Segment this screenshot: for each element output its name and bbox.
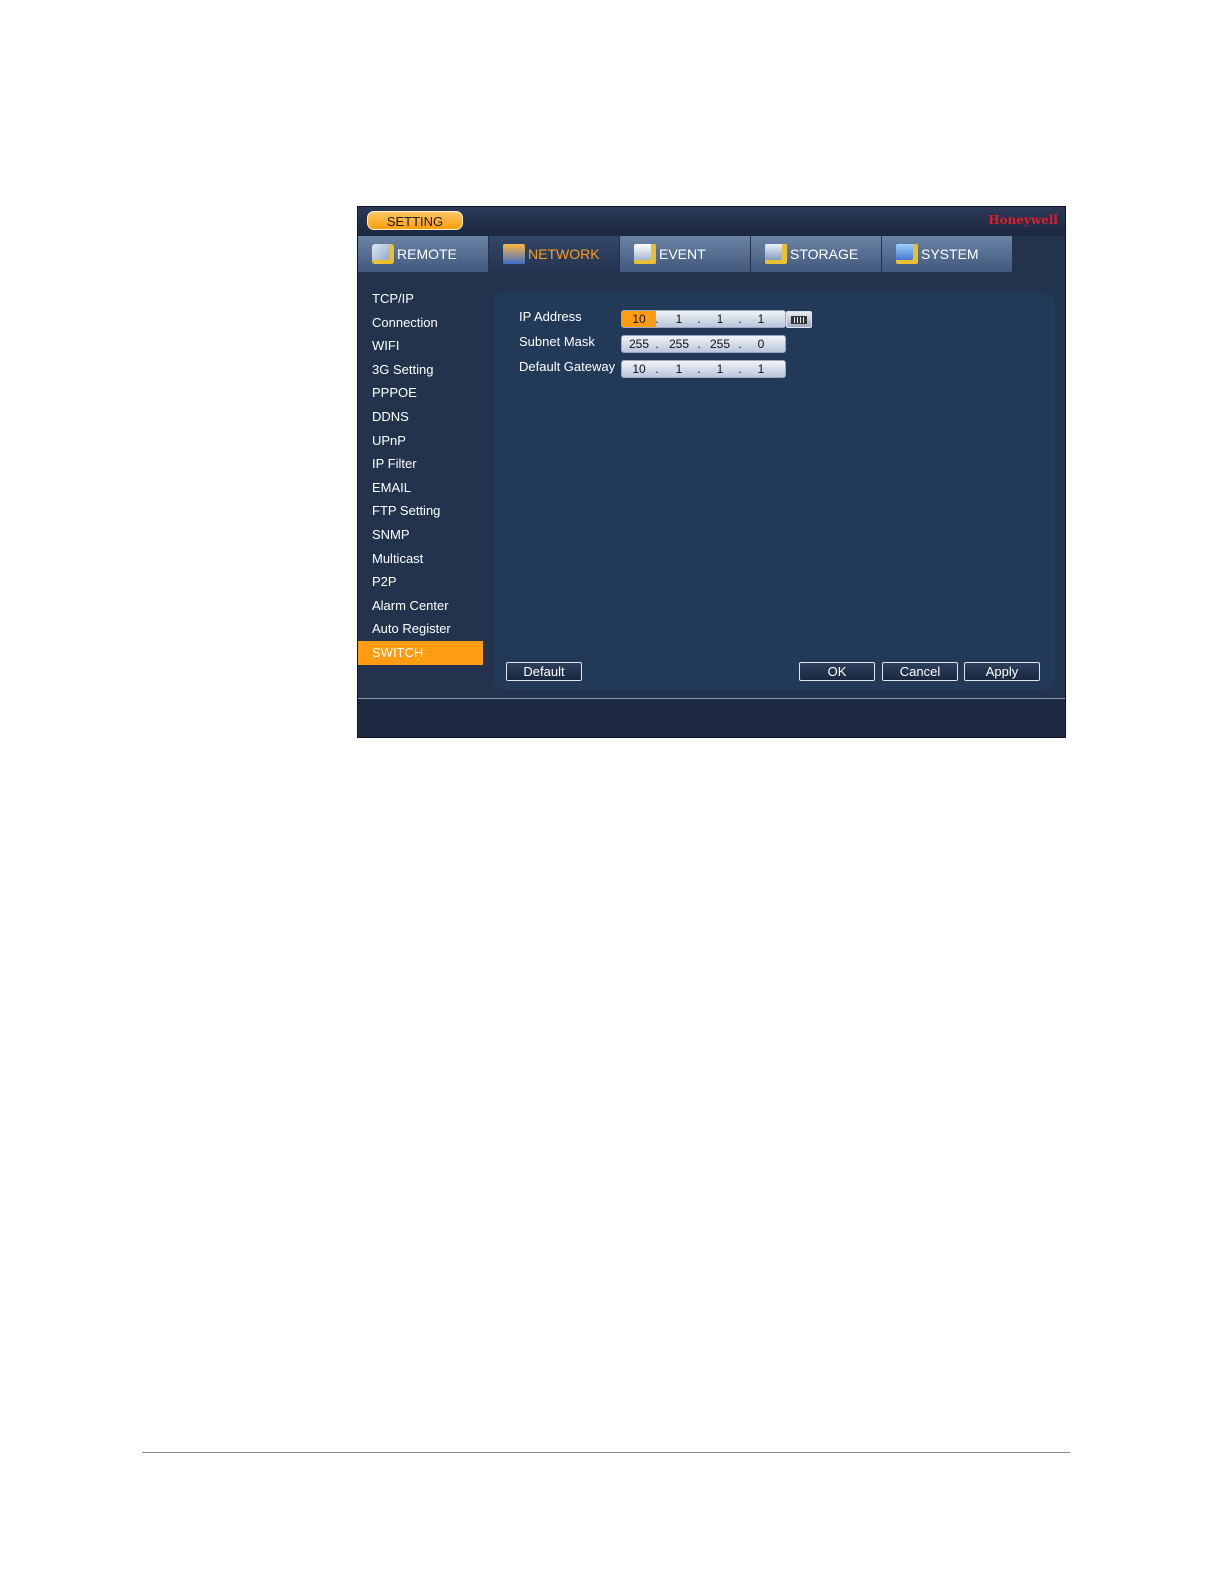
- storage-icon: [765, 244, 787, 264]
- sidebar-item-email[interactable]: EMAIL: [358, 476, 483, 500]
- apply-button[interactable]: Apply: [964, 662, 1040, 681]
- octet-separator: .: [738, 337, 742, 351]
- tab-label: NETWORK: [528, 246, 600, 262]
- sidebar-item-auto-register[interactable]: Auto Register: [358, 617, 483, 641]
- tab-event[interactable]: EVENT: [620, 236, 750, 272]
- octet-separator: .: [655, 312, 659, 326]
- system-icon: [896, 244, 918, 264]
- gateway-octet-4[interactable]: 1: [744, 361, 778, 377]
- brand-logo: Honeywell: [988, 213, 1058, 227]
- tab-label: SYSTEM: [921, 246, 979, 262]
- sidebar-item-alarm-center[interactable]: Alarm Center: [358, 594, 483, 618]
- event-icon: [634, 244, 656, 264]
- ok-button[interactable]: OK: [799, 662, 875, 681]
- subnet-octet-4[interactable]: 0: [744, 336, 778, 352]
- network-sidebar: TCP/IP Connection WIFI 3G Setting PPPOE …: [358, 287, 483, 665]
- tab-network[interactable]: NETWORK: [489, 236, 619, 272]
- title-bar: SETTING Honeywell: [358, 207, 1065, 236]
- ip-address-input[interactable]: 10 . 1 . 1 . 1: [621, 310, 786, 328]
- sidebar-item-upnp[interactable]: UPnP: [358, 429, 483, 453]
- octet-separator: .: [697, 312, 701, 326]
- subnet-mask-label: Subnet Mask: [519, 334, 595, 349]
- subnet-octet-2[interactable]: 255: [662, 336, 696, 352]
- sidebar-item-ddns[interactable]: DDNS: [358, 405, 483, 429]
- sidebar-item-switch[interactable]: SWITCH: [358, 640, 483, 665]
- octet-separator: .: [697, 362, 701, 376]
- octet-separator: .: [697, 337, 701, 351]
- cancel-button[interactable]: Cancel: [882, 662, 958, 681]
- tab-system[interactable]: SYSTEM: [882, 236, 1012, 272]
- subnet-octet-1[interactable]: 255: [622, 336, 656, 352]
- keyboard-icon[interactable]: [786, 311, 812, 328]
- sidebar-item-tcpip[interactable]: TCP/IP: [358, 287, 483, 311]
- network-icon: [503, 244, 525, 264]
- octet-separator: .: [738, 362, 742, 376]
- ip-octet-2[interactable]: 1: [662, 311, 696, 327]
- tab-label: STORAGE: [790, 246, 859, 262]
- default-gateway-label: Default Gateway: [519, 359, 616, 374]
- setting-button[interactable]: SETTING: [367, 211, 463, 230]
- octet-separator: .: [655, 362, 659, 376]
- tab-label: REMOTE: [397, 246, 457, 262]
- gateway-octet-2[interactable]: 1: [662, 361, 696, 377]
- dvr-setting-window: SETTING Honeywell REMOTE NETWORK EVENT S…: [357, 206, 1066, 738]
- ip-octet-1[interactable]: 10: [622, 311, 656, 327]
- status-bar: [358, 698, 1065, 737]
- sidebar-item-snmp[interactable]: SNMP: [358, 523, 483, 547]
- sidebar-item-p2p[interactable]: P2P: [358, 570, 483, 594]
- subnet-mask-input[interactable]: 255 . 255 . 255 . 0: [621, 335, 786, 353]
- sidebar-item-multicast[interactable]: Multicast: [358, 547, 483, 571]
- tab-label: EVENT: [659, 246, 706, 262]
- gateway-octet-3[interactable]: 1: [703, 361, 737, 377]
- octet-separator: .: [655, 337, 659, 351]
- sidebar-item-connection[interactable]: Connection: [358, 311, 483, 335]
- tab-storage[interactable]: STORAGE: [751, 236, 881, 272]
- default-button[interactable]: Default: [506, 662, 582, 681]
- page-footer-rule: [142, 1452, 1070, 1453]
- ip-address-label: IP Address: [519, 309, 582, 324]
- remote-settings-icon: [372, 244, 394, 264]
- sidebar-item-ftp-setting[interactable]: FTP Setting: [358, 499, 483, 523]
- ip-octet-4[interactable]: 1: [744, 311, 778, 327]
- sidebar-item-pppoe[interactable]: PPPOE: [358, 381, 483, 405]
- keyboard-keys: [791, 315, 807, 324]
- tab-remote[interactable]: REMOTE: [358, 236, 488, 272]
- ip-octet-3[interactable]: 1: [703, 311, 737, 327]
- octet-separator: .: [738, 312, 742, 326]
- sidebar-item-3g-setting[interactable]: 3G Setting: [358, 358, 483, 382]
- sidebar-item-wifi[interactable]: WIFI: [358, 334, 483, 358]
- switch-settings-panel: IP Address 10 . 1 . 1 . 1 Subnet Mask 25…: [493, 292, 1055, 690]
- default-gateway-input[interactable]: 10 . 1 . 1 . 1: [621, 360, 786, 378]
- gateway-octet-1[interactable]: 10: [622, 361, 656, 377]
- main-tabs: REMOTE NETWORK EVENT STORAGE SYSTEM: [358, 236, 1013, 272]
- subnet-octet-3[interactable]: 255: [703, 336, 737, 352]
- sidebar-item-ip-filter[interactable]: IP Filter: [358, 452, 483, 476]
